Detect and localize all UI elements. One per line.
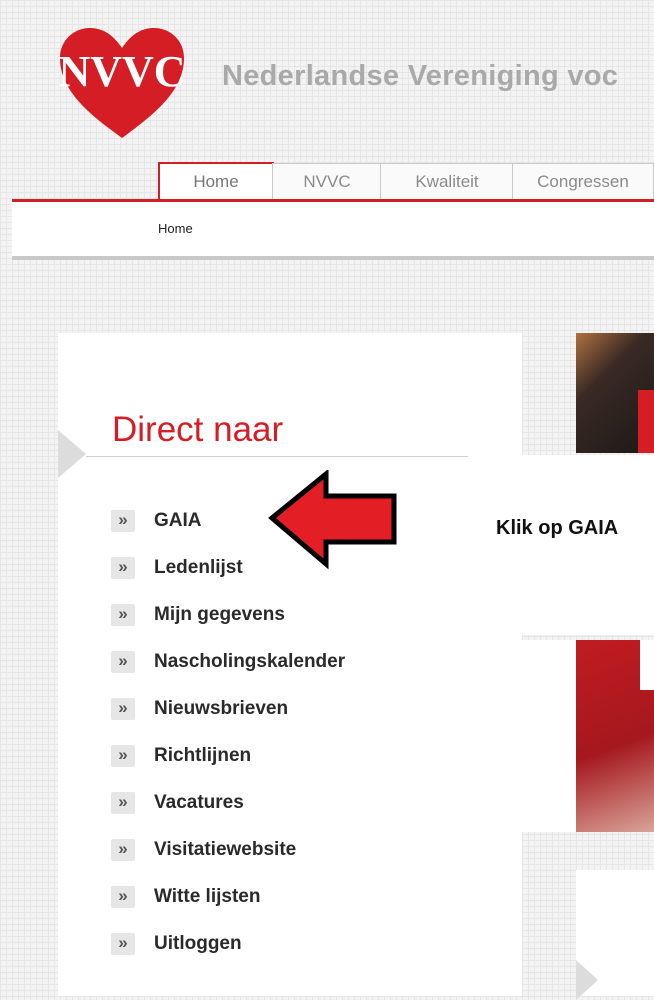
breadcrumb[interactable]: Home: [158, 221, 193, 236]
panel-divider: [86, 456, 468, 457]
site-title: Nederlandse Vereniging voc: [222, 60, 619, 92]
menu-label[interactable]: Witte lijsten: [154, 886, 260, 908]
panel-title: Direct naar: [112, 410, 284, 449]
annotation-background: [470, 455, 654, 635]
menu-item-witte-lijsten[interactable]: » Witte lijsten: [111, 886, 345, 933]
chevron-right-icon: »: [111, 839, 135, 861]
subnav-shadow: [12, 256, 654, 260]
banner-accent: [638, 390, 654, 453]
menu-label[interactable]: GAIA: [154, 510, 202, 532]
content-box-notch: [576, 960, 598, 1000]
menu-item-richtlijnen[interactable]: » Richtlijnen: [111, 745, 345, 792]
left-arrow-icon: [268, 470, 397, 570]
chevron-right-icon: »: [111, 792, 135, 814]
tab-home[interactable]: Home: [158, 162, 274, 202]
menu-label[interactable]: Mijn gegevens: [154, 604, 285, 626]
subnav-bar: [12, 202, 654, 256]
menu-label[interactable]: Ledenlijst: [154, 557, 243, 579]
chevron-right-icon: »: [111, 886, 135, 908]
menu-item-vacatures[interactable]: » Vacatures: [111, 792, 345, 839]
menu-label[interactable]: Uitloggen: [154, 933, 242, 955]
chevron-right-icon: »: [111, 651, 135, 673]
menu-item-mijn-gegevens[interactable]: » Mijn gegevens: [111, 604, 345, 651]
panel-notch: [58, 430, 86, 478]
banner-image-2-accent: [640, 640, 654, 690]
menu-label[interactable]: Nascholingskalender: [154, 651, 345, 673]
chevron-right-icon: »: [111, 698, 135, 720]
chevron-right-icon: »: [111, 745, 135, 767]
tab-nvvc[interactable]: NVVC: [272, 163, 382, 199]
instruction-text: Klik op GAIA: [496, 517, 619, 539]
menu-item-visitatiewebsite[interactable]: » Visitatiewebsite: [111, 839, 345, 886]
chevron-right-icon: »: [111, 933, 135, 955]
logo-text: NVVC: [58, 47, 185, 96]
chevron-right-icon: »: [111, 557, 135, 579]
menu-label[interactable]: Vacatures: [154, 792, 244, 814]
menu-label[interactable]: Richtlijnen: [154, 745, 251, 767]
menu-item-nascholingskalender[interactable]: » Nascholingskalender: [111, 651, 345, 698]
tab-kwaliteit[interactable]: Kwaliteit: [380, 163, 514, 199]
chevron-right-icon: »: [111, 510, 135, 532]
tab-congressen[interactable]: Congressen: [512, 163, 654, 199]
menu-item-uitloggen[interactable]: » Uitloggen: [111, 933, 345, 980]
menu-label[interactable]: Visitatiewebsite: [154, 839, 296, 861]
menu-label[interactable]: Nieuwsbrieven: [154, 698, 288, 720]
chevron-right-icon: »: [111, 604, 135, 626]
menu-item-nieuwsbrieven[interactable]: » Nieuwsbrieven: [111, 698, 345, 745]
nvvc-logo[interactable]: NVVC: [52, 24, 192, 140]
direct-naar-menu: » GAIA » Ledenlijst » Mijn gegevens » Na…: [111, 510, 345, 980]
